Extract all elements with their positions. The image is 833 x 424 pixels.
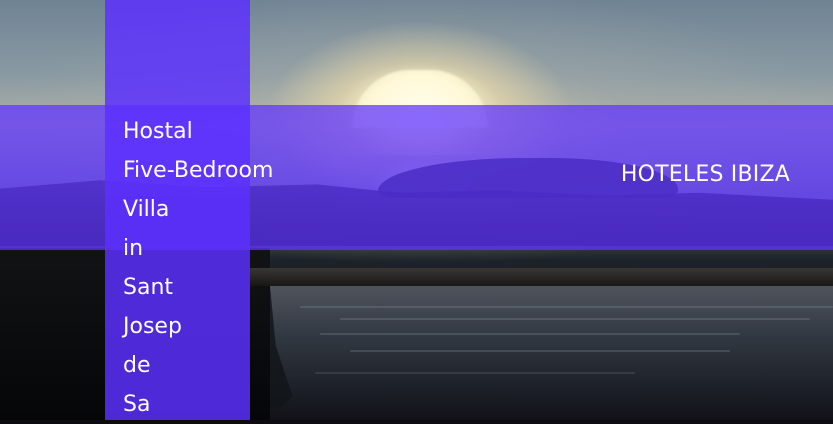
property-title: Hostal Five-Bedroom Villa in Sant Josep … <box>123 119 274 417</box>
pool-ripple <box>315 372 635 374</box>
pool-ripple <box>300 306 833 308</box>
pool-ripple <box>320 333 740 335</box>
pool-edge <box>250 268 833 286</box>
pool-ripple <box>350 350 730 352</box>
pool-ripple <box>340 318 810 320</box>
brand-name: HOTELES IBIZA <box>620 162 790 187</box>
